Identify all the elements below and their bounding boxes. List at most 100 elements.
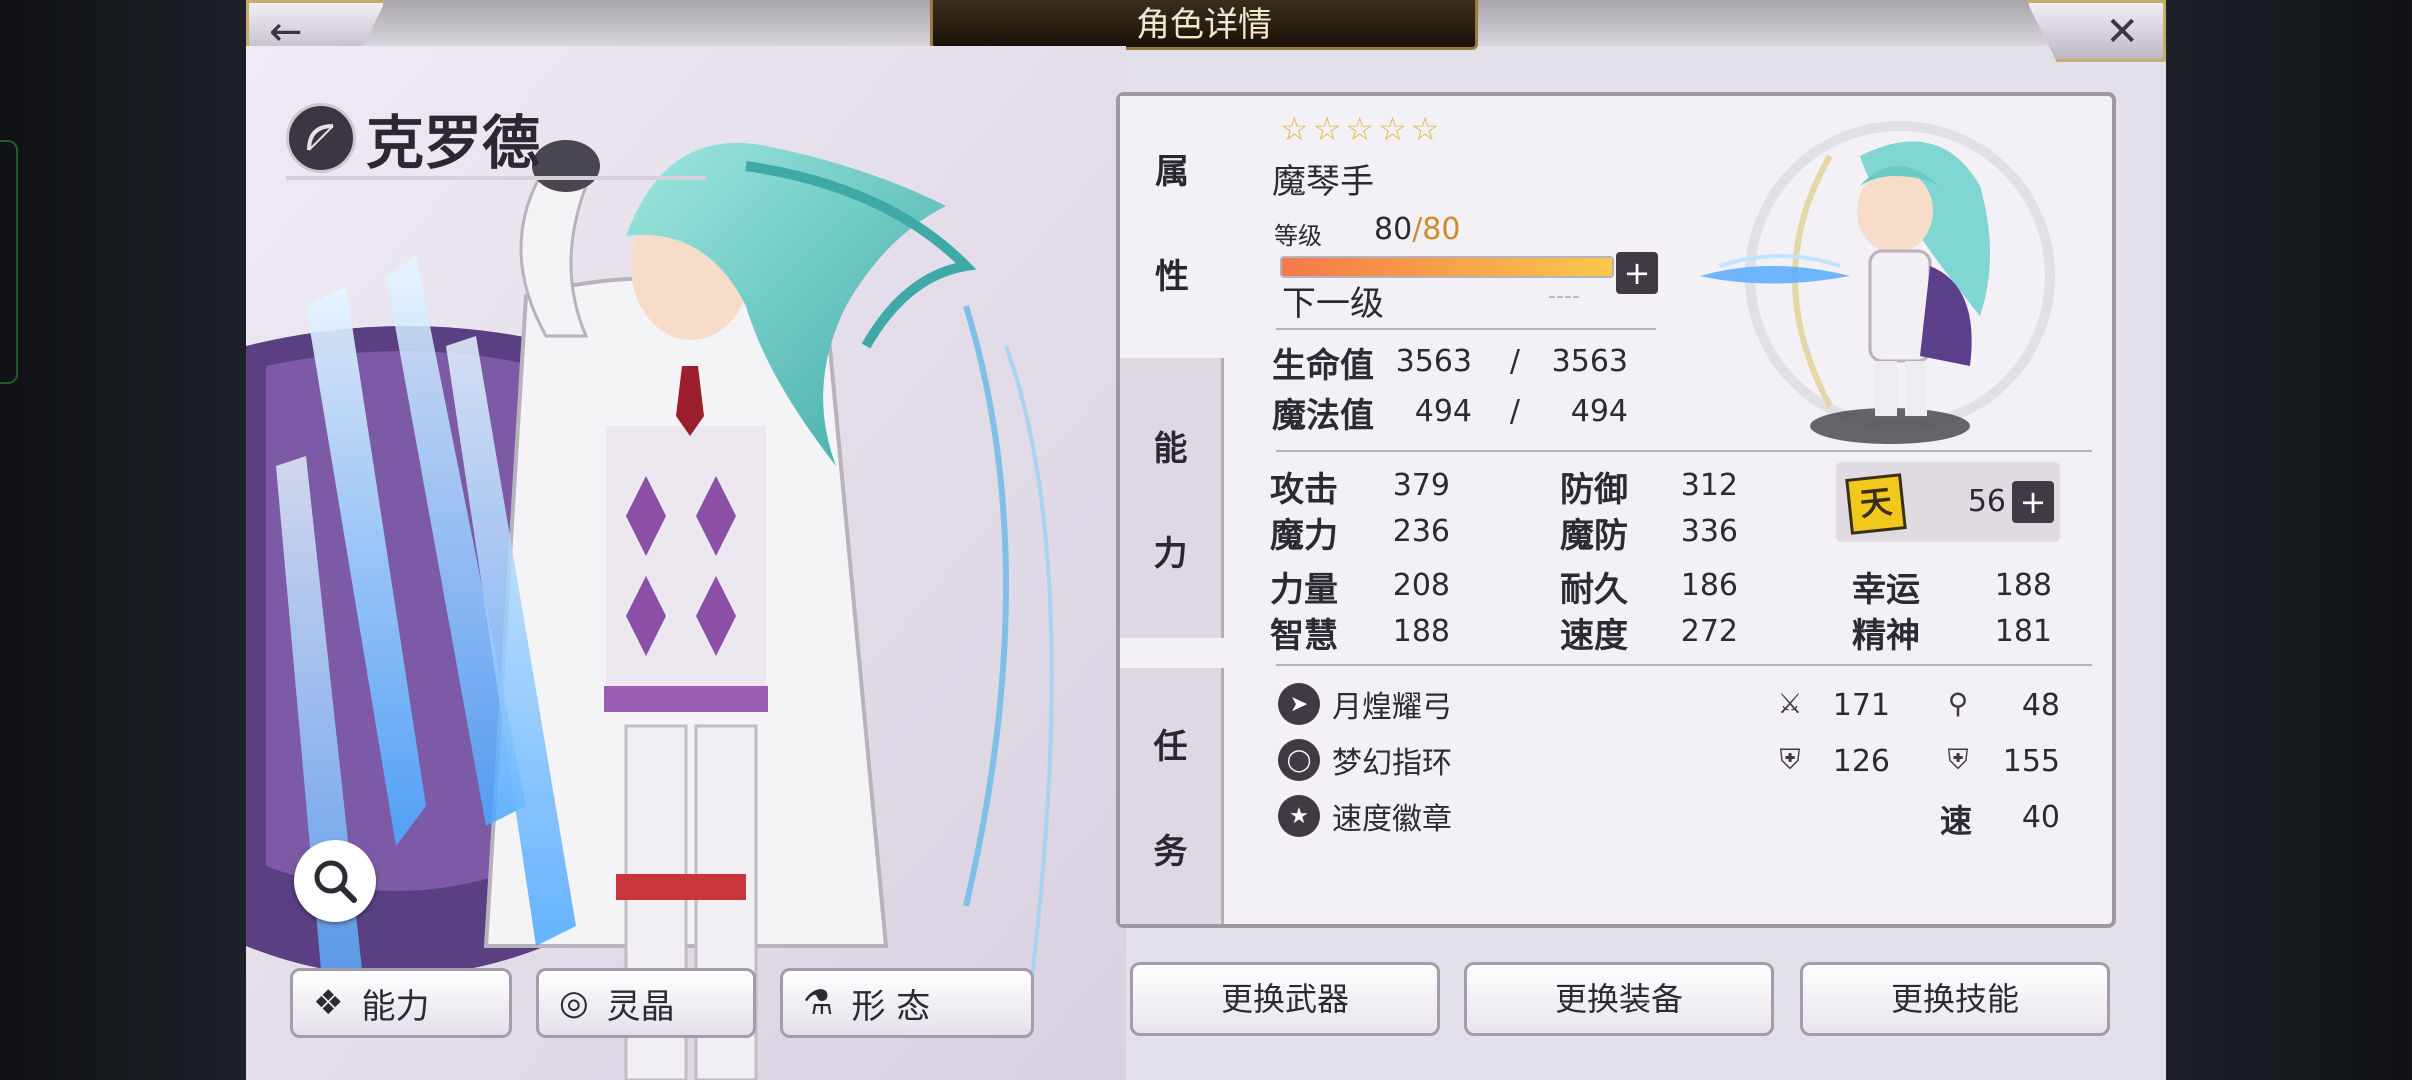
stat-label: 魔防 <box>1560 516 1628 556</box>
side-tab-char: 任 <box>1153 727 1188 767</box>
form-icon: ⚗ <box>803 983 834 1023</box>
awakening-icon: 天 <box>1845 473 1907 535</box>
level-up-button[interactable]: + <box>1616 252 1658 294</box>
level-progress-fill <box>1282 258 1612 276</box>
equipment-badge[interactable]: ★ 速度徽章 <box>1278 794 1452 838</box>
close-button[interactable]: ✕ <box>2026 0 2166 62</box>
zoom-button[interactable] <box>294 840 376 922</box>
level-max: 80 <box>1422 212 1461 247</box>
badge-icon: ★ <box>1278 795 1320 837</box>
awakening-plus-button[interactable]: + <box>2012 481 2054 523</box>
mp-label: 魔法值 <box>1272 396 1374 436</box>
change-equipment-button[interactable]: 更换装备 <box>1464 962 1774 1036</box>
stat-value: 186 <box>1680 568 1738 603</box>
equipment-name: 月煌耀弓 <box>1332 690 1452 725</box>
equip-attack-value: 171 <box>1832 688 1890 723</box>
hp-max: 3563 <box>1551 344 1628 379</box>
hp-row: 生命值 <box>1272 338 1374 387</box>
job-class: 魔琴手 <box>1272 162 1374 202</box>
tab-crystal[interactable]: ◎ 灵晶 <box>536 968 756 1038</box>
stat-label: 幸运 <box>1852 570 1920 610</box>
left-border <box>0 0 246 1080</box>
equipment-name: 速度徽章 <box>1332 802 1452 837</box>
equipment-name: 梦幻指环 <box>1332 746 1452 781</box>
next-level-label: 下一级 <box>1282 284 1384 324</box>
hp-current: 3563 <box>1395 344 1472 379</box>
equip-speed-value: 40 <box>2021 800 2060 835</box>
name-divider <box>286 176 706 180</box>
plus-icon: + <box>1623 254 1651 292</box>
side-tab-char: 属 <box>1155 152 1189 192</box>
equip-mdefense-value: 155 <box>2002 744 2060 779</box>
character-artwork <box>246 46 1126 1080</box>
stat-label: 精神 <box>1852 616 1920 656</box>
mp-current: 494 <box>1414 394 1472 429</box>
staff-icon: ⚲ <box>1947 687 1969 720</box>
divider <box>1276 328 1656 330</box>
tab-crystal-label: 灵晶 <box>606 986 675 1027</box>
ability-icon: ❖ <box>313 983 344 1023</box>
equip-defense-value: 126 <box>1832 744 1890 779</box>
equipment-accessory[interactable]: ◯ 梦幻指环 <box>1278 738 1452 782</box>
stat-value: 181 <box>1994 614 2052 649</box>
stat-label: 耐久 <box>1560 570 1628 610</box>
game-screen: ← 角色详情 ✕ 克罗德 ❖ 能力 ◎ 灵晶 ⚗ 形 态 属 性 能 力 任 务… <box>246 0 2166 1080</box>
shield-icon: ⛨ <box>1779 743 1801 776</box>
level-value: 80/80 <box>1374 212 1461 247</box>
tab-form[interactable]: ⚗ 形 态 <box>780 968 1034 1038</box>
stat-value: 208 <box>1392 568 1450 603</box>
change-weapon-button[interactable]: 更换武器 <box>1130 962 1440 1036</box>
character-name: 克罗德 <box>366 109 541 177</box>
ring-icon: ◯ <box>1278 739 1320 781</box>
stat-value: 188 <box>1994 568 2052 603</box>
stat-value: 188 <box>1392 614 1450 649</box>
tab-ability[interactable]: ❖ 能力 <box>290 968 512 1038</box>
stat-value: 312 <box>1680 468 1738 503</box>
stat-value: 379 <box>1392 468 1450 503</box>
side-tab-attributes[interactable]: 属 性 <box>1120 96 1224 346</box>
search-icon <box>314 860 357 903</box>
stat-value: 336 <box>1680 514 1738 549</box>
level-current: 80 <box>1374 212 1413 247</box>
side-tab-char: 务 <box>1153 832 1188 872</box>
bow-class-icon <box>286 103 356 173</box>
stat-label: 力量 <box>1270 570 1338 610</box>
rarity-stars: ☆☆☆☆☆ <box>1280 110 1444 148</box>
side-tab-char: 力 <box>1153 534 1188 574</box>
level-progress-bar <box>1280 256 1614 278</box>
bow-icon: ➤ <box>1278 683 1320 725</box>
crystal-icon: ◎ <box>559 983 589 1023</box>
stat-value: 272 <box>1680 614 1738 649</box>
mp-max: 494 <box>1570 394 1628 429</box>
magic-shield-icon: ⛨ <box>1947 743 1969 776</box>
edge-indicator <box>0 140 18 384</box>
side-tab-char: 能 <box>1153 429 1188 469</box>
stat-label: 智慧 <box>1270 616 1338 656</box>
stat-label: 防御 <box>1560 470 1628 510</box>
close-icon: ✕ <box>2105 9 2139 55</box>
stat-label: 速度 <box>1560 616 1628 656</box>
equip-magic-value: 48 <box>2021 688 2060 723</box>
character-name-plate: 克罗德 <box>286 96 540 180</box>
hp-separator: / <box>1509 344 1520 379</box>
right-border <box>2166 0 2412 1080</box>
mp-row: 魔法值 <box>1272 388 1374 437</box>
equipment-weapon[interactable]: ➤ 月煌耀弓 <box>1278 682 1452 726</box>
awakening-value: 56 <box>1967 484 2006 519</box>
divider <box>1276 664 2092 666</box>
side-tab-mission[interactable]: 任 务 <box>1120 668 1224 924</box>
stat-label: 魔力 <box>1270 516 1338 556</box>
tab-form-label: 形 态 <box>851 986 931 1027</box>
page-title: 角色详情 <box>930 0 1478 50</box>
next-level-value: ---- <box>1548 284 1580 309</box>
mp-separator: / <box>1509 394 1520 429</box>
sword-icon: ⚔ <box>1777 687 1803 720</box>
awakening-box: 天 56 + <box>1836 462 2060 542</box>
side-tab-ability[interactable]: 能 力 <box>1120 358 1224 638</box>
level-label: 等级 <box>1274 222 1322 250</box>
stat-label: 攻击 <box>1270 470 1338 510</box>
tab-ability-label: 能力 <box>361 986 430 1027</box>
change-skill-button[interactable]: 更换技能 <box>1800 962 2110 1036</box>
stat-value: 236 <box>1392 514 1450 549</box>
side-tab-char: 性 <box>1155 257 1189 297</box>
